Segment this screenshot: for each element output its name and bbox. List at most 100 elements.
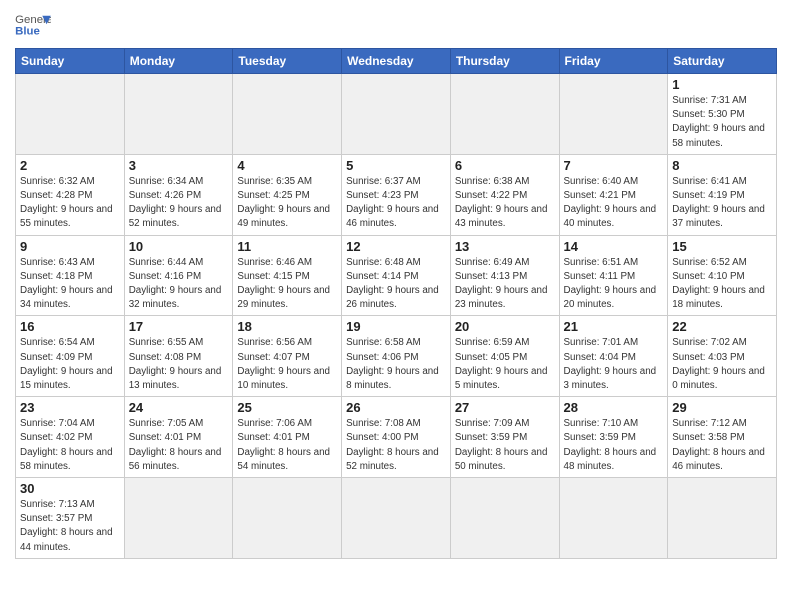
day-number: 17 xyxy=(129,319,229,334)
day-number: 5 xyxy=(346,158,446,173)
day-number: 24 xyxy=(129,400,229,415)
calendar-day: 11 Sunrise: 6:46 AMSunset: 4:15 PMDaylig… xyxy=(233,235,342,316)
calendar-day: 21 Sunrise: 7:01 AMSunset: 4:04 PMDaylig… xyxy=(559,316,668,397)
day-number: 14 xyxy=(564,239,664,254)
day-number: 6 xyxy=(455,158,555,173)
calendar-day: 25 Sunrise: 7:06 AMSunset: 4:01 PMDaylig… xyxy=(233,397,342,478)
weekday-header-row: Sunday Monday Tuesday Wednesday Thursday… xyxy=(16,49,777,74)
day-number: 15 xyxy=(672,239,772,254)
header-monday: Monday xyxy=(124,49,233,74)
day-info: Sunrise: 6:38 AMSunset: 4:22 PMDaylight:… xyxy=(455,175,555,232)
day-info: Sunrise: 6:55 AMSunset: 4:08 PMDaylight:… xyxy=(129,336,229,393)
calendar-day: 6 Sunrise: 6:38 AMSunset: 4:22 PMDayligh… xyxy=(450,154,559,235)
empty-day xyxy=(450,478,559,559)
empty-day xyxy=(559,478,668,559)
day-info: Sunrise: 6:59 AMSunset: 4:05 PMDaylight:… xyxy=(455,336,555,393)
calendar-day: 16 Sunrise: 6:54 AMSunset: 4:09 PMDaylig… xyxy=(16,316,125,397)
day-info: Sunrise: 7:13 AMSunset: 3:57 PMDaylight:… xyxy=(20,498,120,555)
header: General Blue xyxy=(15,10,777,40)
day-number: 26 xyxy=(346,400,446,415)
calendar-day: 27 Sunrise: 7:09 AMSunset: 3:59 PMDaylig… xyxy=(450,397,559,478)
day-info: Sunrise: 7:02 AMSunset: 4:03 PMDaylight:… xyxy=(672,336,772,393)
day-number: 27 xyxy=(455,400,555,415)
day-info: Sunrise: 7:06 AMSunset: 4:01 PMDaylight:… xyxy=(237,417,337,474)
day-info: Sunrise: 6:56 AMSunset: 4:07 PMDaylight:… xyxy=(237,336,337,393)
day-number: 8 xyxy=(672,158,772,173)
day-info: Sunrise: 7:05 AMSunset: 4:01 PMDaylight:… xyxy=(129,417,229,474)
day-number: 19 xyxy=(346,319,446,334)
day-number: 9 xyxy=(20,239,120,254)
day-info: Sunrise: 6:49 AMSunset: 4:13 PMDaylight:… xyxy=(455,256,555,313)
calendar-row: 16 Sunrise: 6:54 AMSunset: 4:09 PMDaylig… xyxy=(16,316,777,397)
day-info: Sunrise: 7:09 AMSunset: 3:59 PMDaylight:… xyxy=(455,417,555,474)
day-info: Sunrise: 6:52 AMSunset: 4:10 PMDaylight:… xyxy=(672,256,772,313)
header-friday: Friday xyxy=(559,49,668,74)
day-number: 29 xyxy=(672,400,772,415)
calendar-day: 18 Sunrise: 6:56 AMSunset: 4:07 PMDaylig… xyxy=(233,316,342,397)
empty-day xyxy=(342,74,451,155)
day-number: 2 xyxy=(20,158,120,173)
day-number: 12 xyxy=(346,239,446,254)
calendar-day: 10 Sunrise: 6:44 AMSunset: 4:16 PMDaylig… xyxy=(124,235,233,316)
day-info: Sunrise: 7:04 AMSunset: 4:02 PMDaylight:… xyxy=(20,417,120,474)
calendar-row: 9 Sunrise: 6:43 AMSunset: 4:18 PMDayligh… xyxy=(16,235,777,316)
day-number: 21 xyxy=(564,319,664,334)
calendar-row: 1 Sunrise: 7:31 AMSunset: 5:30 PMDayligh… xyxy=(16,74,777,155)
day-number: 25 xyxy=(237,400,337,415)
day-info: Sunrise: 6:54 AMSunset: 4:09 PMDaylight:… xyxy=(20,336,120,393)
day-info: Sunrise: 6:51 AMSunset: 4:11 PMDaylight:… xyxy=(564,256,664,313)
empty-day xyxy=(233,74,342,155)
calendar-day: 1 Sunrise: 7:31 AMSunset: 5:30 PMDayligh… xyxy=(668,74,777,155)
calendar-day: 20 Sunrise: 6:59 AMSunset: 4:05 PMDaylig… xyxy=(450,316,559,397)
day-info: Sunrise: 6:44 AMSunset: 4:16 PMDaylight:… xyxy=(129,256,229,313)
generalblue-logo-icon: General Blue xyxy=(15,10,51,40)
calendar-day: 8 Sunrise: 6:41 AMSunset: 4:19 PMDayligh… xyxy=(668,154,777,235)
calendar-day: 29 Sunrise: 7:12 AMSunset: 3:58 PMDaylig… xyxy=(668,397,777,478)
calendar-day: 15 Sunrise: 6:52 AMSunset: 4:10 PMDaylig… xyxy=(668,235,777,316)
empty-day xyxy=(124,74,233,155)
day-number: 16 xyxy=(20,319,120,334)
calendar-day: 3 Sunrise: 6:34 AMSunset: 4:26 PMDayligh… xyxy=(124,154,233,235)
page: General Blue Sunday Monday Tuesday Wedne… xyxy=(0,0,792,612)
calendar-day: 7 Sunrise: 6:40 AMSunset: 4:21 PMDayligh… xyxy=(559,154,668,235)
day-number: 3 xyxy=(129,158,229,173)
day-info: Sunrise: 6:37 AMSunset: 4:23 PMDaylight:… xyxy=(346,175,446,232)
calendar-day: 30 Sunrise: 7:13 AMSunset: 3:57 PMDaylig… xyxy=(16,478,125,559)
calendar-day: 26 Sunrise: 7:08 AMSunset: 4:00 PMDaylig… xyxy=(342,397,451,478)
day-info: Sunrise: 7:12 AMSunset: 3:58 PMDaylight:… xyxy=(672,417,772,474)
calendar-day: 22 Sunrise: 7:02 AMSunset: 4:03 PMDaylig… xyxy=(668,316,777,397)
header-wednesday: Wednesday xyxy=(342,49,451,74)
header-sunday: Sunday xyxy=(16,49,125,74)
day-info: Sunrise: 7:01 AMSunset: 4:04 PMDaylight:… xyxy=(564,336,664,393)
calendar-day: 9 Sunrise: 6:43 AMSunset: 4:18 PMDayligh… xyxy=(16,235,125,316)
calendar-row: 23 Sunrise: 7:04 AMSunset: 4:02 PMDaylig… xyxy=(16,397,777,478)
empty-day xyxy=(668,478,777,559)
calendar-day: 19 Sunrise: 6:58 AMSunset: 4:06 PMDaylig… xyxy=(342,316,451,397)
calendar-row: 2 Sunrise: 6:32 AMSunset: 4:28 PMDayligh… xyxy=(16,154,777,235)
calendar-day: 13 Sunrise: 6:49 AMSunset: 4:13 PMDaylig… xyxy=(450,235,559,316)
day-number: 10 xyxy=(129,239,229,254)
day-info: Sunrise: 7:10 AMSunset: 3:59 PMDaylight:… xyxy=(564,417,664,474)
calendar-day: 28 Sunrise: 7:10 AMSunset: 3:59 PMDaylig… xyxy=(559,397,668,478)
day-number: 20 xyxy=(455,319,555,334)
calendar-day: 2 Sunrise: 6:32 AMSunset: 4:28 PMDayligh… xyxy=(16,154,125,235)
header-thursday: Thursday xyxy=(450,49,559,74)
calendar-day: 14 Sunrise: 6:51 AMSunset: 4:11 PMDaylig… xyxy=(559,235,668,316)
calendar-day: 17 Sunrise: 6:55 AMSunset: 4:08 PMDaylig… xyxy=(124,316,233,397)
calendar-day: 12 Sunrise: 6:48 AMSunset: 4:14 PMDaylig… xyxy=(342,235,451,316)
calendar-day: 23 Sunrise: 7:04 AMSunset: 4:02 PMDaylig… xyxy=(16,397,125,478)
day-info: Sunrise: 6:43 AMSunset: 4:18 PMDaylight:… xyxy=(20,256,120,313)
empty-day xyxy=(342,478,451,559)
logo: General Blue xyxy=(15,10,51,40)
day-number: 30 xyxy=(20,481,120,496)
day-number: 18 xyxy=(237,319,337,334)
day-info: Sunrise: 6:40 AMSunset: 4:21 PMDaylight:… xyxy=(564,175,664,232)
day-number: 1 xyxy=(672,77,772,92)
empty-day xyxy=(124,478,233,559)
svg-text:Blue: Blue xyxy=(15,25,40,37)
day-number: 13 xyxy=(455,239,555,254)
calendar-row: 30 Sunrise: 7:13 AMSunset: 3:57 PMDaylig… xyxy=(16,478,777,559)
day-info: Sunrise: 6:58 AMSunset: 4:06 PMDaylight:… xyxy=(346,336,446,393)
day-info: Sunrise: 6:32 AMSunset: 4:28 PMDaylight:… xyxy=(20,175,120,232)
calendar-day: 24 Sunrise: 7:05 AMSunset: 4:01 PMDaylig… xyxy=(124,397,233,478)
